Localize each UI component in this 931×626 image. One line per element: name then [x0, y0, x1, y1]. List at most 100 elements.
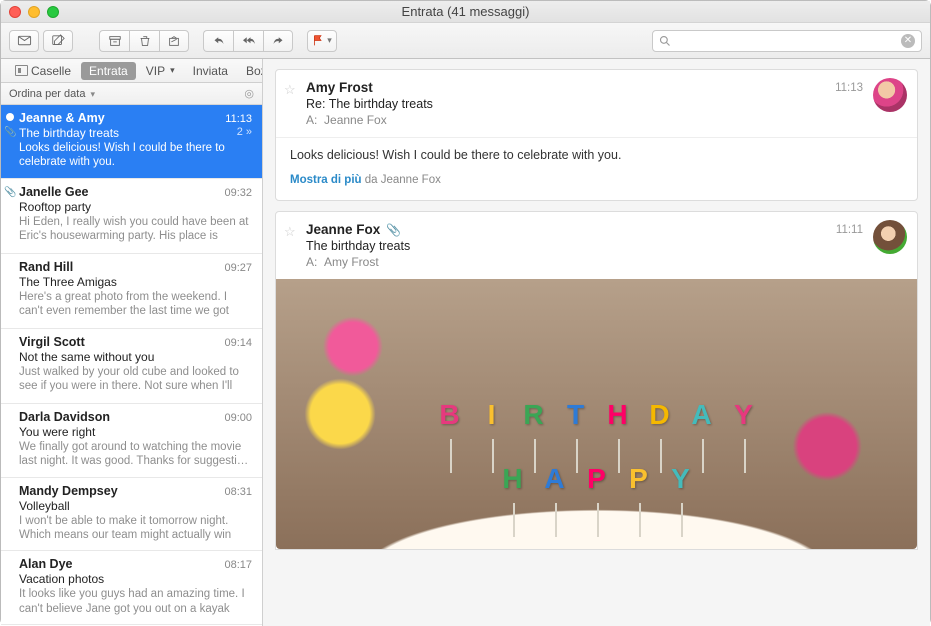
archive-group	[99, 30, 189, 52]
from-label: Amy Frost	[306, 80, 903, 95]
sender-label: Jeanne & Amy	[19, 111, 105, 125]
sender-label: Rand Hill	[19, 260, 73, 274]
subject-label: You were right	[19, 425, 95, 439]
message-row[interactable]: Darla Davidson09:00You were rightWe fina…	[1, 404, 262, 478]
time-label: 09:27	[224, 262, 252, 274]
attachment-icon: 📎	[386, 223, 401, 237]
attachment-icon: 📎	[4, 127, 16, 138]
archive-button[interactable]	[99, 30, 129, 52]
reply-button[interactable]	[203, 30, 233, 52]
thread-count-badge: 2 »	[237, 126, 252, 140]
candle-letter: A	[538, 455, 572, 503]
time-label: 08:31	[224, 486, 252, 498]
subject-label: The birthday treats	[19, 126, 119, 140]
clear-search-button[interactable]: ✕	[901, 34, 915, 48]
sent-label: Inviata	[193, 64, 228, 78]
time-label: 11:13	[225, 113, 252, 125]
junk-icon	[167, 34, 181, 48]
message-card[interactable]: ☆ Amy Frost Re: The birthday treats A: J…	[275, 69, 918, 201]
get-mail-button[interactable]	[9, 30, 39, 52]
candle-letter: H	[496, 455, 530, 503]
sender-label: Mandy Dempsey	[19, 484, 118, 498]
window-title: Entrata (41 messaggi)	[1, 4, 930, 19]
main-content: Caselle Entrata VIP▾ Inviata Bozze▾ Ordi…	[1, 59, 930, 626]
vip-tab[interactable]: VIP ▾	[138, 62, 183, 80]
drafts-label: Bozze	[246, 64, 263, 78]
vip-label: VIP	[146, 64, 165, 78]
title-bar: Entrata (41 messaggi)	[1, 1, 930, 23]
message-list[interactable]: 📎Jeanne & Amy11:13The birthday treats2 »…	[1, 105, 262, 626]
delete-button[interactable]	[129, 30, 159, 52]
show-more-link[interactable]: Mostra di più da Jeanne Fox	[290, 174, 903, 186]
traffic-lights	[9, 6, 59, 18]
message-list-pane: Caselle Entrata VIP▾ Inviata Bozze▾ Ordi…	[1, 59, 263, 626]
reply-group	[203, 30, 293, 52]
time-label: 11:11	[836, 224, 863, 236]
compose-button[interactable]	[43, 30, 73, 52]
preview-text: We finally got around to watching the mo…	[19, 440, 252, 469]
preview-text: It looks like you guys had an amazing ti…	[19, 587, 252, 616]
candle-letter: Y	[727, 391, 761, 439]
body-text: Looks delicious! Wish I could be there t…	[290, 148, 903, 162]
filter-icon[interactable]: ◎	[244, 87, 254, 100]
sort-label: Ordina per data	[9, 88, 85, 100]
message-row[interactable]: Rand Hill 09:27 The Three AmigasHere's a g…	[1, 254, 262, 329]
candle-letter: Y	[664, 455, 698, 503]
candle-letter: R	[517, 391, 551, 439]
message-row[interactable]: Virgil Scott 09:14 Not the same without yo…	[1, 329, 262, 404]
preview-text: Hi Eden, I really wish you could have be…	[19, 215, 252, 245]
time-label: 09:14	[224, 337, 252, 349]
message-row[interactable]: Mandy Dempsey 08:31 VolleyballI won't be a…	[1, 478, 262, 552]
message-row[interactable]: 📎Jeanne & Amy 11:13 The birthday treats 2 »…	[1, 105, 262, 179]
subject-label: Not the same without you	[19, 350, 154, 364]
subject-label: Rooftop party	[19, 200, 91, 214]
candle-letter: A	[685, 391, 719, 439]
avatar[interactable]	[873, 220, 907, 254]
search-icon	[659, 35, 671, 47]
message-card[interactable]: ☆ Jeanne Fox📎 The birthday treats A: Amy…	[275, 211, 918, 550]
sender-label: Janelle Gee	[19, 185, 89, 199]
preview-text: I won't be able to make it tomorrow nigh…	[19, 514, 252, 543]
sort-bar[interactable]: Ordina per data ▾ ◎	[1, 83, 262, 105]
attachment-icon: 📎	[4, 187, 16, 198]
envelope-icon	[17, 33, 32, 48]
message-row[interactable]: 📎Janelle Gee 09:32 Rooftop partyHi Eden, I…	[1, 179, 262, 254]
flag-button[interactable]: ▾	[307, 30, 337, 52]
minimize-window-button[interactable]	[28, 6, 40, 18]
avatar[interactable]	[873, 78, 907, 112]
close-window-button[interactable]	[9, 6, 21, 18]
candle-letter: I	[475, 391, 509, 439]
preview-text: Here's a great photo from the weekend. I…	[19, 290, 252, 320]
candle-letter: T	[559, 391, 593, 439]
chevron-down-icon: ▾	[170, 65, 175, 76]
favorites-bar: Caselle Entrata VIP ▾ Inviata Bozze▾	[1, 59, 263, 83]
sender-label: Virgil Scott	[19, 335, 85, 349]
candle-letter: B	[433, 391, 467, 439]
time-label: 09:32	[224, 187, 252, 199]
mailboxes-button[interactable]: Caselle	[7, 62, 79, 80]
subject-label: Volleyball	[19, 499, 70, 513]
chevron-down-icon: ▾	[91, 89, 96, 99]
forward-icon	[271, 35, 285, 47]
sent-tab[interactable]: Inviata	[185, 62, 236, 80]
star-icon[interactable]: ☆	[284, 224, 296, 240]
cake-letters-bottom: HAPPY	[276, 455, 917, 503]
inbox-tab[interactable]: Entrata	[81, 62, 136, 80]
search-field[interactable]: ✕	[652, 30, 922, 52]
star-icon[interactable]: ☆	[284, 82, 296, 98]
reply-all-button[interactable]	[233, 30, 263, 52]
candle-letter: P	[622, 455, 656, 503]
subject-label: The Three Amigas	[19, 275, 117, 289]
zoom-window-button[interactable]	[47, 6, 59, 18]
subject-label: Re: The birthday treats	[306, 97, 903, 111]
candle-letter: H	[601, 391, 635, 439]
junk-button[interactable]	[159, 30, 189, 52]
drafts-tab[interactable]: Bozze▾	[238, 62, 263, 80]
reply-icon	[212, 35, 226, 47]
attachment-image[interactable]: BIRTHDAY HAPPY	[276, 279, 917, 549]
archive-icon	[108, 34, 122, 48]
message-row[interactable]: Alan Dye08:17Vacation photosIt looks lik…	[1, 551, 262, 625]
flag-icon	[312, 34, 325, 47]
forward-button[interactable]	[263, 30, 293, 52]
toolbar: ▾ ✕	[1, 23, 930, 59]
